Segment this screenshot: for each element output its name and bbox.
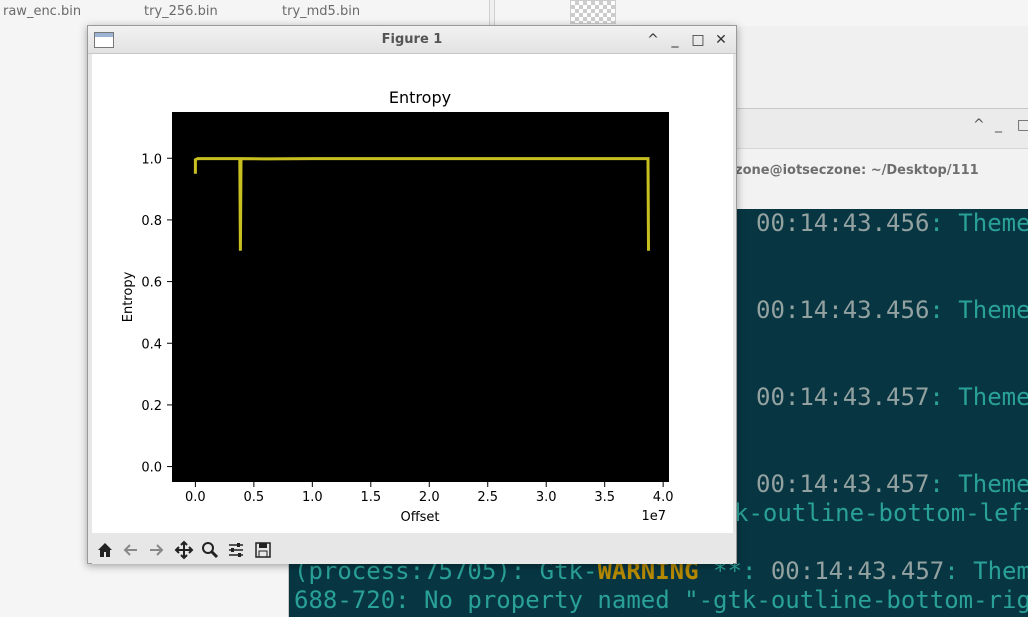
pan-icon[interactable] xyxy=(174,540,194,560)
plot-canvas[interactable]: Entropy Offset Entropy 1e7 0.0 0.5 1.0 1.5 2… xyxy=(92,54,733,533)
plot-area xyxy=(172,112,669,482)
minimize-button[interactable]: _ xyxy=(666,30,684,50)
file-item[interactable]: try_256.bin xyxy=(144,4,218,19)
terminal-line: 688-720: No property named "-gtk-outline… xyxy=(294,586,1028,614)
y-tick-label: 0.8 xyxy=(141,214,162,229)
x-tick-label: 2.5 xyxy=(477,490,498,505)
forward-icon[interactable] xyxy=(146,540,166,560)
save-icon[interactable] xyxy=(253,540,273,560)
x-axis-scale-label: 1e7 xyxy=(641,509,666,524)
x-tick-label: 1.0 xyxy=(302,490,323,505)
terminal-line: 00:14:43.456: Theme xyxy=(756,296,1028,324)
x-tick-label: 1.5 xyxy=(360,490,381,505)
minimize-up-icon[interactable]: ^ xyxy=(973,117,985,133)
terminal-line: 00:14:43.457: Theme xyxy=(756,383,1028,411)
figure-titlebar[interactable]: Figure 1 ^ _ □ ✕ xyxy=(88,26,736,54)
back-icon[interactable] xyxy=(121,540,141,560)
x-axis-label: Offset xyxy=(400,510,439,525)
maximize-button[interactable]: □ xyxy=(689,30,707,50)
window-title: Figure 1 xyxy=(381,32,443,47)
figure-window[interactable]: Figure 1 ^ _ □ ✕ Entropy Offset Entropy … xyxy=(87,25,737,564)
y-tick-label: 1.0 xyxy=(141,152,162,167)
entropy-chart: Entropy Offset Entropy 1e7 0.0 0.5 1.0 1.5 2… xyxy=(121,88,674,525)
y-tick-label: 0.0 xyxy=(141,461,162,476)
figure-toolbar xyxy=(92,534,733,564)
minimize-button[interactable]: _ xyxy=(995,117,1002,133)
terminal-line: k-outline-bottom-left- xyxy=(734,499,1028,527)
y-tick-label: 0.2 xyxy=(141,399,162,414)
terminal-line: 00:14:43.457: Theme xyxy=(756,470,1028,498)
shade-button[interactable]: ^ xyxy=(644,30,662,50)
file-item[interactable]: raw_enc.bin xyxy=(3,4,81,19)
x-tick-label: 3.0 xyxy=(536,490,557,505)
terminal-line: 00:14:43.456: Theme xyxy=(756,209,1028,237)
close-button[interactable]: ✕ xyxy=(712,30,730,50)
home-icon[interactable] xyxy=(95,540,115,560)
x-tick-label: 2.0 xyxy=(419,490,440,505)
maximize-button[interactable]: □ xyxy=(1017,117,1028,133)
terminal-title: zone@iotseczone: ~/Desktop/111 xyxy=(735,163,979,178)
x-tick-label: 3.5 xyxy=(594,490,615,505)
y-tick-label: 0.4 xyxy=(141,337,162,352)
zoom-icon[interactable] xyxy=(200,540,220,560)
y-axis-label: Entropy xyxy=(121,271,136,322)
y-tick-label: 0.6 xyxy=(141,276,162,291)
x-tick-label: 0.5 xyxy=(244,490,265,505)
x-tick-label: 0.0 xyxy=(185,490,206,505)
configure-icon[interactable] xyxy=(226,540,246,560)
chart-title: Entropy xyxy=(389,88,451,107)
x-tick-label: 4.0 xyxy=(653,490,674,505)
image-thumbnail[interactable] xyxy=(570,0,616,24)
file-item[interactable]: try_md5.bin xyxy=(282,4,360,19)
